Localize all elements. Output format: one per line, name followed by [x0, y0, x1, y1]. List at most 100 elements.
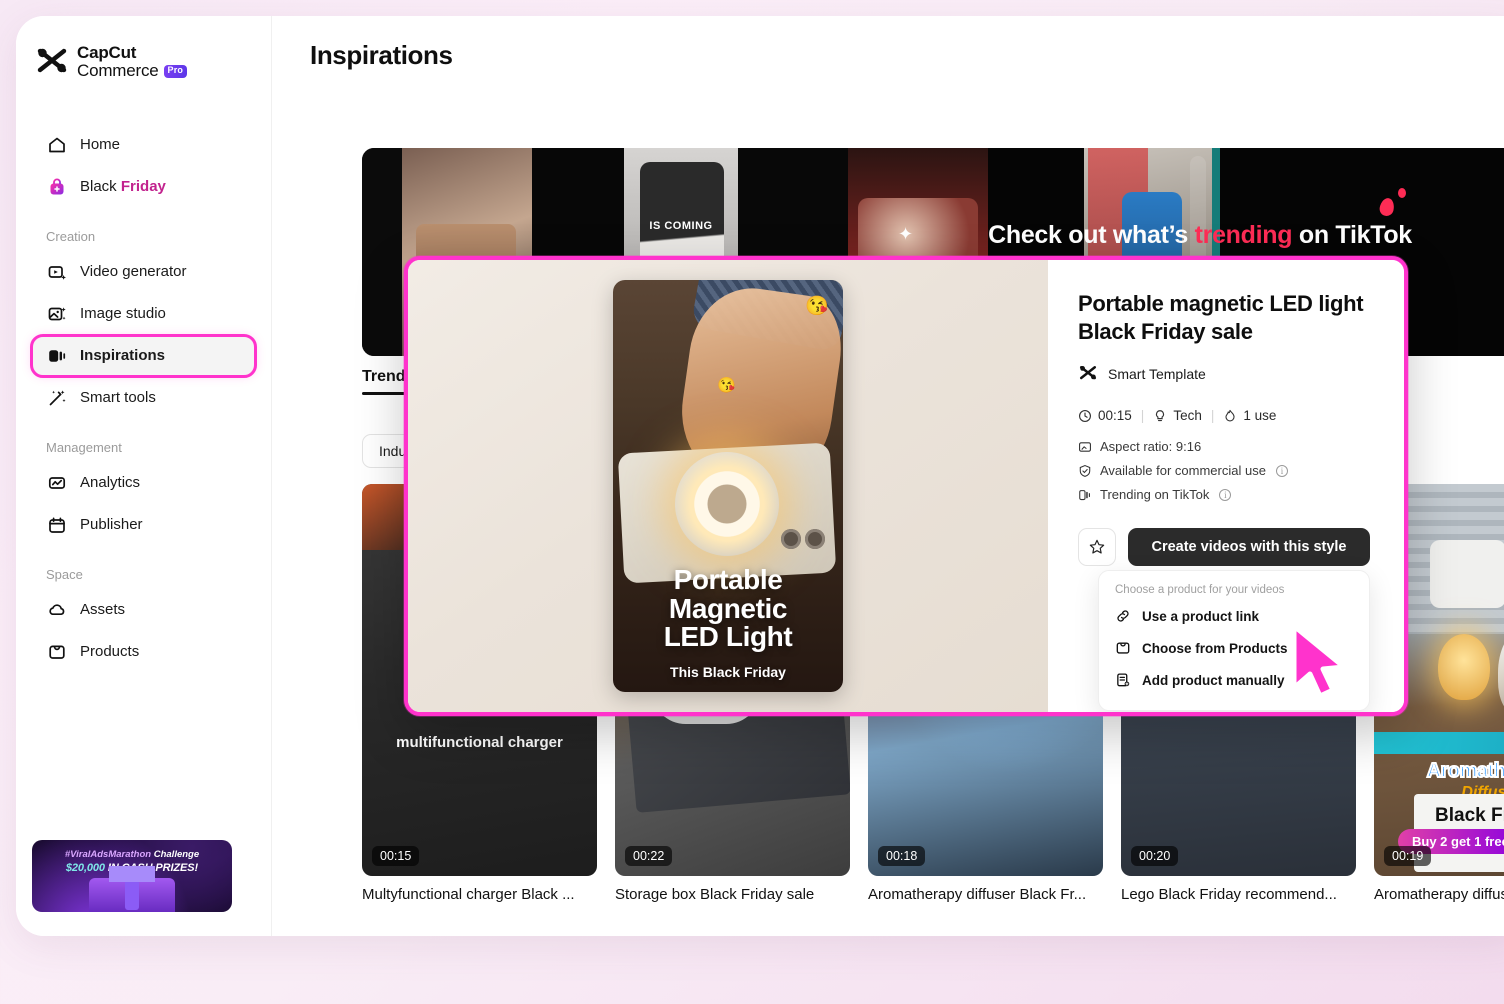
calendar-icon	[46, 514, 67, 535]
brand-line-2: Commerce	[77, 61, 159, 81]
clock-icon	[1078, 409, 1092, 423]
sidebar-item-smart-tools[interactable]: Smart tools	[32, 378, 255, 418]
sidebar-group-creation: Creation	[46, 228, 96, 244]
modal-cta-row: Create videos with this style	[1078, 528, 1370, 567]
banner-text-a: Check out what’s	[988, 221, 1195, 249]
detail-aspect-ratio-label: Aspect ratio: 9:16	[1100, 439, 1202, 455]
fire-drop-icon	[1378, 196, 1396, 218]
sidebar-item-black-friday[interactable]: Black Friday	[32, 167, 255, 207]
sidebar-item-video-generator[interactable]: Video generator	[32, 252, 255, 292]
sidebar-item-label-black: Black	[80, 178, 117, 196]
info-icon[interactable]: i	[1219, 488, 1232, 501]
shield-check-icon	[1078, 464, 1092, 478]
fire-drop-small-icon	[1398, 188, 1406, 198]
card-title: Aromatherapy diffuser Black Fr...	[1374, 886, 1504, 903]
sparkle-icon: ✦	[898, 224, 914, 244]
dropdown-item-label: Add product manually	[1142, 672, 1285, 688]
magic-wand-icon	[46, 387, 67, 408]
dropdown-heading: Choose a product for your videos	[1115, 584, 1285, 596]
bag-icon	[46, 176, 67, 197]
sidebar-item-label-assets: Assets	[80, 601, 126, 619]
info-icon[interactable]: i	[1275, 464, 1288, 477]
bulb-icon	[1153, 409, 1167, 423]
image-studio-icon	[46, 303, 67, 324]
dropdown-item-label: Choose from Products	[1142, 640, 1288, 656]
sidebar: CapCut Commerce Pro Home Black Friday Cr…	[16, 16, 272, 936]
flame-icon	[1223, 409, 1237, 423]
meta-duration: 00:15	[1078, 408, 1132, 423]
card-overlay-tag: Black Friday	[1435, 805, 1504, 826]
sidebar-item-label-products: Products	[80, 643, 140, 661]
promo-amount: $20,000	[65, 862, 105, 874]
modal-meta-row: 00:15 | Tech | 1 use	[1078, 408, 1370, 423]
card-title: Multyfunctional charger Black ...	[362, 886, 575, 903]
meta-uses-value: 1 use	[1243, 408, 1277, 424]
template-type-label: Smart Template	[1108, 365, 1206, 382]
home-icon	[46, 134, 67, 155]
sidebar-item-label-inspirations: Inspirations	[80, 347, 166, 365]
sidebar-item-label-smart-tools: Smart tools	[80, 389, 156, 407]
sidebar-item-publisher[interactable]: Publisher	[32, 505, 255, 545]
product-source-dropdown: Choose a product for your videos Use a p…	[1098, 570, 1370, 711]
sidebar-item-inspirations[interactable]: Inspirations	[30, 333, 257, 378]
kiss-emoji-mid: 😘	[717, 377, 736, 394]
banner-headline-1: Check out what’s trending on TikTok	[988, 221, 1412, 250]
aspect-ratio-icon	[1078, 440, 1092, 454]
promo-banner[interactable]: #ViralAdsMarathon Challenge $20,000 IN C…	[32, 840, 232, 912]
cloud-icon	[46, 599, 67, 620]
modal-title: Portable magnetic LED light Black Friday…	[1078, 291, 1364, 344]
favorite-button[interactable]	[1078, 528, 1116, 567]
link-icon	[1115, 608, 1131, 624]
meta-separator: |	[1140, 408, 1145, 424]
card-duration: 00:15	[372, 846, 420, 866]
pro-badge: Pro	[163, 65, 188, 78]
banner-tile	[362, 148, 402, 356]
inspirations-icon	[46, 345, 67, 366]
card-overlay-caption: multifunctional charger	[396, 734, 563, 751]
sidebar-item-image-studio[interactable]: Image studio	[32, 294, 255, 334]
detail-trending-label: Trending on TikTok	[1100, 487, 1210, 503]
led-ring-graphic	[675, 452, 779, 556]
capcut-logo-icon	[1078, 365, 1098, 382]
card-title: Storage box Black Friday sale	[615, 886, 815, 903]
preview-headline-3: LED Light	[663, 621, 793, 653]
meta-category: Tech	[1153, 408, 1202, 423]
banner-text-b: on TikTok	[1292, 221, 1412, 249]
card-title: Lego Black Friday recommend...	[1121, 886, 1337, 903]
sidebar-group-management: Management	[46, 439, 122, 455]
detail-aspect-ratio: Aspect ratio: 9:16	[1078, 439, 1370, 454]
preview-caption-block: Portable Magnetic LED Light This Black F…	[613, 566, 843, 680]
modal-info-panel: Portable magnetic LED light Black Friday…	[1048, 260, 1404, 712]
modal-body: 😘 😘 Portable Magnetic LED Light This Bla…	[408, 260, 1404, 712]
meta-category-value: Tech	[1173, 408, 1202, 424]
sidebar-item-label-publisher: Publisher	[80, 516, 143, 534]
card-duration: 00:18	[878, 846, 926, 866]
products-icon	[1115, 640, 1131, 656]
dropdown-item-choose-from-products[interactable]: Choose from Products	[1099, 632, 1369, 664]
sidebar-item-label-image-studio: Image studio	[80, 305, 166, 323]
promo-line-1: #ViralAdsMarathon Challenge	[65, 849, 199, 860]
capcut-logo-icon	[36, 47, 68, 77]
sidebar-item-assets[interactable]: Assets	[32, 590, 255, 630]
promo-challenge-word: Challenge	[151, 849, 200, 860]
sidebar-item-products[interactable]: Products	[32, 632, 255, 672]
brand-logo-block[interactable]: CapCut Commerce Pro	[32, 43, 255, 81]
banner-text-trending: trending	[1194, 221, 1293, 249]
dropdown-item-label: Use a product link	[1142, 608, 1260, 624]
brand-line-1: CapCut	[77, 43, 137, 62]
dropdown-item-add-product-manually[interactable]: Add product manually	[1099, 664, 1369, 696]
template-type-row: Smart Template	[1078, 365, 1370, 382]
dropdown-item-use-product-link[interactable]: Use a product link	[1099, 600, 1369, 632]
phone-camera-graphic	[781, 526, 825, 552]
template-detail-modal: 😘 😘 Portable Magnetic LED Light This Bla…	[404, 256, 1408, 716]
kiss-emoji-top: 😘	[805, 296, 829, 317]
gift-bow-graphic	[109, 866, 155, 882]
modal-preview-panel: 😘 😘 Portable Magnetic LED Light This Bla…	[408, 260, 1048, 712]
add-document-icon	[1115, 672, 1131, 688]
create-videos-button[interactable]: Create videos with this style	[1128, 528, 1370, 567]
video-preview[interactable]: 😘 😘 Portable Magnetic LED Light This Bla…	[613, 280, 843, 692]
sidebar-group-space: Space	[46, 566, 83, 582]
sidebar-item-analytics[interactable]: Analytics	[32, 463, 255, 503]
sidebar-item-home[interactable]: Home	[32, 125, 255, 165]
sidebar-item-label-analytics: Analytics	[80, 474, 141, 492]
